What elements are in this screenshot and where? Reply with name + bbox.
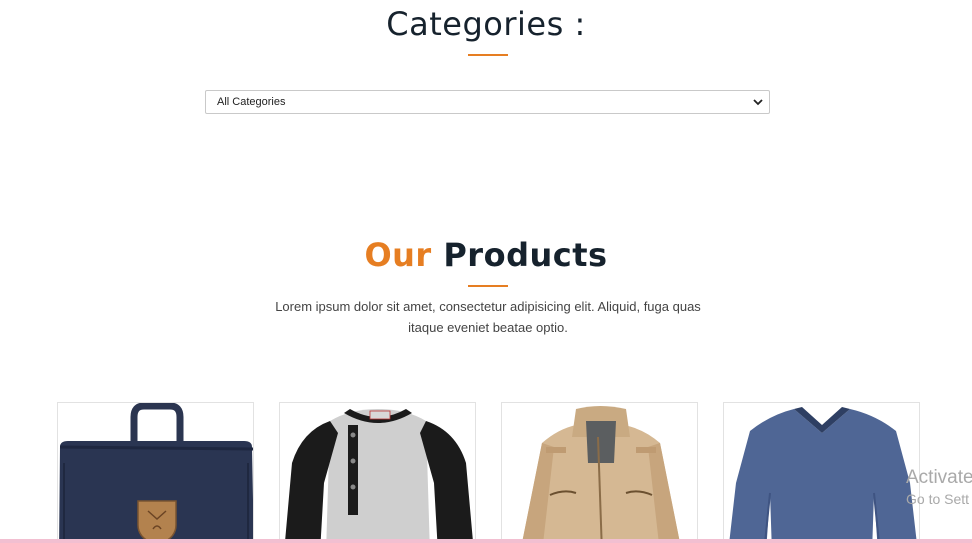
product-image-khaki-jacket (522, 406, 680, 543)
activation-watermark: Activate Go to Sett (906, 466, 972, 508)
product-card[interactable] (501, 402, 698, 543)
products-heading-rest: Products (443, 236, 608, 274)
product-card[interactable] (723, 402, 920, 543)
product-card[interactable] (57, 402, 254, 543)
product-card[interactable] (279, 402, 476, 543)
watermark-line-1: Activate (906, 467, 972, 488)
categories-heading: Categories : (386, 5, 586, 43)
product-image-backpack (59, 403, 253, 543)
products-heading-accent: Our (364, 236, 432, 274)
chevron-down-icon (753, 99, 763, 106)
page: Categories : All Categories Our Products… (0, 0, 972, 543)
products-heading: Our Products (0, 234, 972, 276)
category-select[interactable]: All Categories (205, 90, 770, 114)
watermark-line-2: Go to Sett (906, 491, 970, 507)
products-description: Lorem ipsum dolor sit amet, consectetur … (275, 299, 701, 335)
categories-heading-underline (468, 54, 508, 56)
product-image-henley-shirt (284, 409, 474, 543)
bottom-divider (0, 539, 972, 543)
products-heading-underline (468, 285, 508, 287)
product-image-blue-sweater (729, 407, 917, 543)
category-select-value: All Categories (217, 96, 286, 108)
